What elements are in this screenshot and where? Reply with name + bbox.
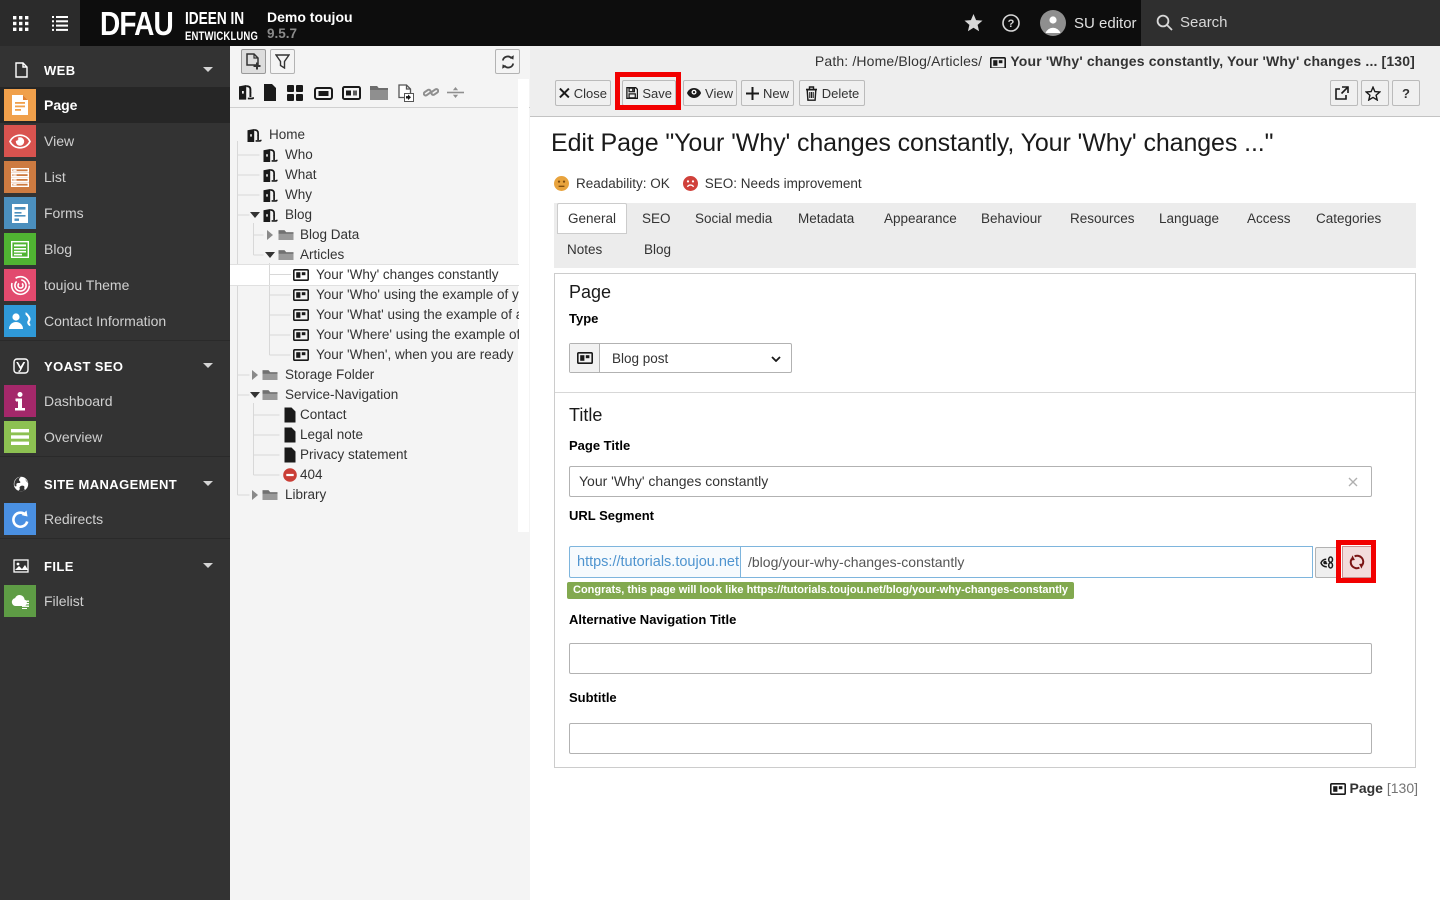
- svg-text:?: ?: [1008, 18, 1015, 30]
